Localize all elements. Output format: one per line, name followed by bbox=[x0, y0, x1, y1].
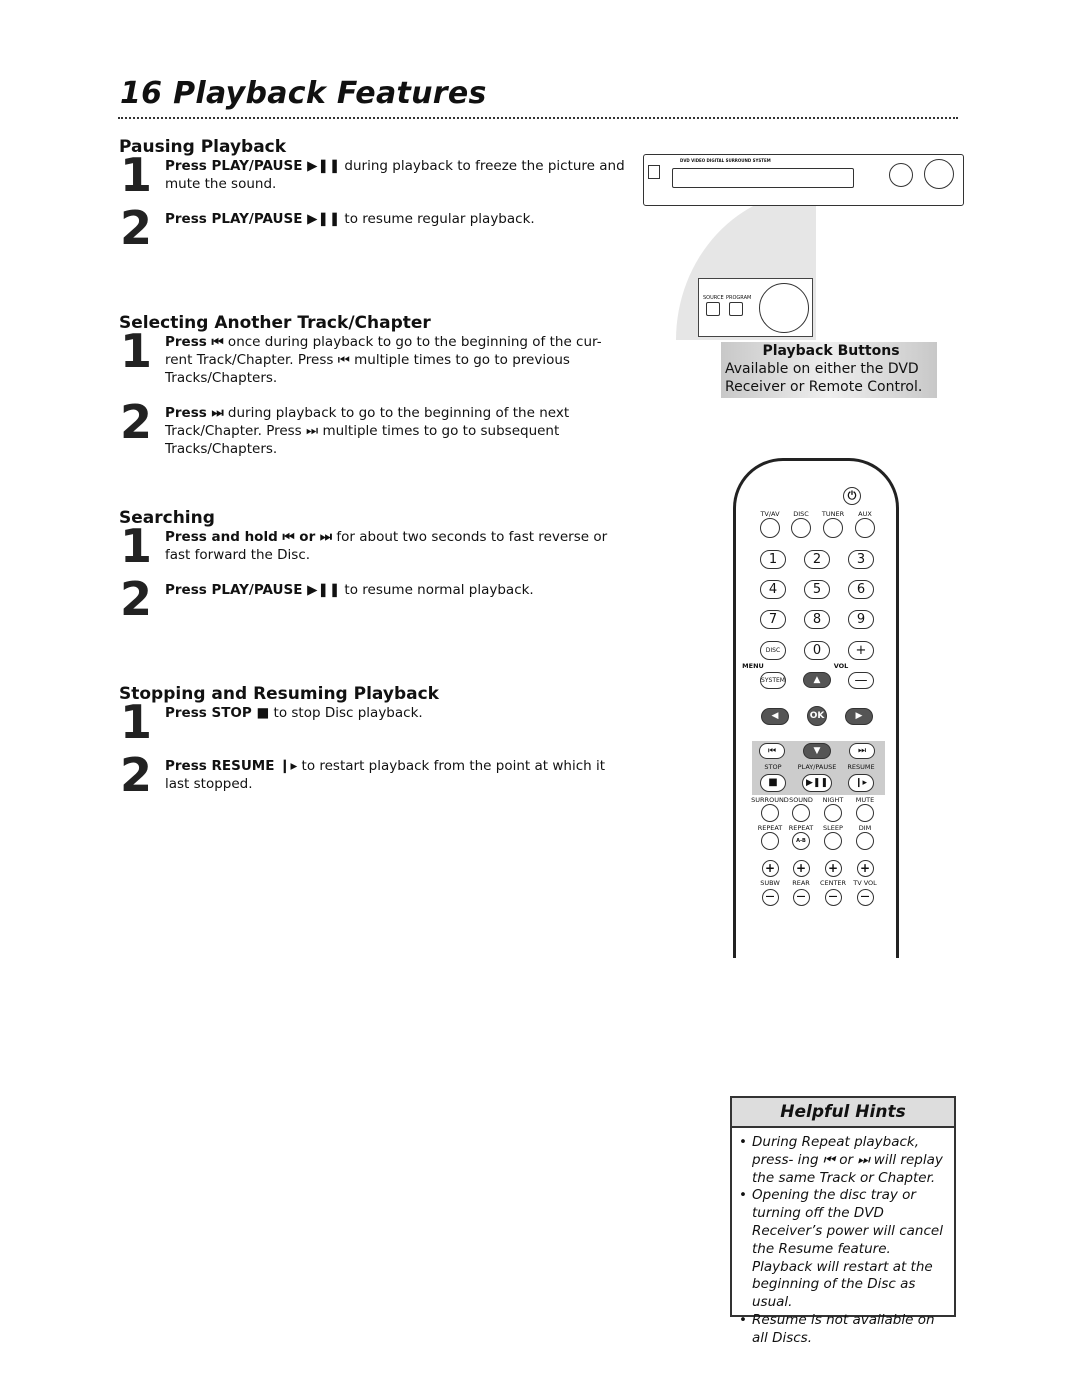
volume-minus-button[interactable]: — bbox=[792, 888, 810, 906]
function-button[interactable] bbox=[761, 804, 779, 822]
button-label: DIM bbox=[858, 824, 872, 832]
down-arrow-button[interactable]: ▼ bbox=[803, 743, 831, 759]
function-button[interactable] bbox=[824, 804, 842, 822]
hint-item: During Repeat playback, press- ing ⏮ or … bbox=[739, 1134, 954, 1187]
function-button[interactable] bbox=[761, 832, 779, 850]
disc-menu-button[interactable]: DISC bbox=[760, 640, 786, 660]
up-arrow-button[interactable]: ▲ bbox=[803, 672, 831, 688]
play-pause-button[interactable]: ▶❚❚ bbox=[802, 774, 832, 792]
source-label: SOURCE bbox=[703, 295, 724, 301]
hint-item: Opening the disc tray or turning off the… bbox=[739, 1187, 954, 1312]
volume-plus-button[interactable]: + bbox=[792, 859, 810, 877]
function-button[interactable] bbox=[824, 832, 842, 850]
manual-page: 16 Playback Features Pausing Playback 1P… bbox=[0, 0, 1080, 1397]
button-label: RESUME bbox=[847, 763, 875, 771]
hint-item: Resume is not available on all Discs. bbox=[739, 1312, 954, 1348]
function-button[interactable] bbox=[792, 804, 810, 822]
number-button[interactable]: 7 bbox=[760, 609, 786, 629]
page-title: 16 Playback Features bbox=[120, 76, 487, 111]
menu-label: MENU bbox=[742, 662, 764, 670]
button-label: MUTE bbox=[855, 796, 875, 804]
volume-minus-button[interactable]: — bbox=[856, 888, 874, 906]
program-button-icon bbox=[729, 302, 743, 316]
source-button-3[interactable] bbox=[855, 518, 875, 538]
next-button[interactable]: ⏭ bbox=[849, 743, 875, 759]
number-button[interactable]: 0 bbox=[804, 640, 830, 660]
volume-knob-icon bbox=[924, 159, 954, 189]
left-arrow-button[interactable]: ◀ bbox=[761, 707, 789, 725]
step-text: Press ⏭ during playback to go to the beg… bbox=[165, 405, 570, 457]
button-label: AUX bbox=[858, 510, 872, 518]
hints-list: During Repeat playback, press- ing ⏮ or … bbox=[732, 1134, 954, 1348]
ok-button[interactable]: OK bbox=[807, 706, 827, 726]
step-number: 2 bbox=[120, 748, 153, 802]
power-button[interactable]: ⏻ bbox=[843, 487, 861, 505]
number-button[interactable]: 1 bbox=[760, 549, 786, 569]
number-button[interactable]: 2 bbox=[804, 549, 830, 569]
source-button-icon bbox=[706, 302, 720, 316]
section-heading-stopping: Stopping and Resuming Playback bbox=[119, 684, 439, 704]
volume-minus-button[interactable]: — bbox=[761, 888, 779, 906]
volume-plus-button[interactable]: + bbox=[856, 859, 874, 877]
source-button-2[interactable] bbox=[823, 518, 843, 538]
button-label: STOP bbox=[764, 763, 782, 771]
step-number: 2 bbox=[120, 201, 153, 255]
step-number: 1 bbox=[120, 519, 153, 573]
playback-ring-icon bbox=[759, 283, 809, 333]
system-button[interactable]: SYSTEM bbox=[760, 671, 786, 689]
volume-up-button[interactable]: + bbox=[848, 640, 874, 660]
playback-buttons-closeup: SOURCE PROGRAM bbox=[698, 278, 813, 337]
right-arrow-button[interactable]: ▶ bbox=[845, 707, 873, 725]
source-button-1[interactable] bbox=[791, 518, 811, 538]
button-label: PLAY/PAUSE bbox=[797, 763, 837, 771]
volume-plus-button[interactable]: + bbox=[824, 859, 842, 877]
number-button[interactable]: 9 bbox=[848, 609, 874, 629]
volume-minus-button[interactable]: — bbox=[824, 888, 842, 906]
button-label: TV VOL bbox=[853, 879, 877, 887]
helpful-hints-box: Helpful Hints During Repeat playback, pr… bbox=[730, 1096, 956, 1346]
step-text: Press STOP ■ to stop Disc playback. bbox=[165, 705, 423, 721]
source-button-0[interactable] bbox=[760, 518, 780, 538]
resume-button[interactable]: ❙▸ bbox=[848, 774, 874, 792]
dotted-divider bbox=[118, 117, 958, 119]
step-text: Press ⏮ once during playback to go to th… bbox=[165, 334, 602, 386]
number-button[interactable]: 6 bbox=[848, 579, 874, 599]
step-number: 1 bbox=[120, 148, 153, 202]
volume-plus-button[interactable]: + bbox=[761, 859, 779, 877]
section-heading-selecting: Selecting Another Track/Chapter bbox=[119, 313, 431, 333]
nav-ring-icon bbox=[889, 163, 913, 187]
player-label: DVD VIDEO DIGITAL SURROUND SYSTEM bbox=[680, 158, 771, 163]
step-number: 2 bbox=[120, 395, 153, 449]
step-number: 1 bbox=[120, 324, 153, 378]
stop-button[interactable]: ■ bbox=[760, 774, 786, 792]
number-button[interactable]: 3 bbox=[848, 549, 874, 569]
step-text: Press PLAY/PAUSE ▶❚❚ during playback to … bbox=[165, 158, 625, 192]
playback-buttons-caption: Playback Buttons Available on either the… bbox=[721, 342, 937, 398]
function-button[interactable] bbox=[856, 832, 874, 850]
step-number: 2 bbox=[120, 572, 153, 626]
step-text: Press PLAY/PAUSE ▶❚❚ to resume normal pl… bbox=[165, 582, 534, 598]
step-text: Press and hold ⏮ or ⏭ for about two seco… bbox=[165, 529, 608, 563]
power-icon bbox=[648, 165, 660, 179]
volume-down-button[interactable]: — bbox=[848, 671, 874, 689]
number-button[interactable]: 8 bbox=[804, 609, 830, 629]
number-button[interactable]: 5 bbox=[804, 579, 830, 599]
function-button[interactable]: A-B bbox=[792, 832, 810, 850]
caption-text: Available on either the DVD Receiver or … bbox=[725, 361, 923, 395]
step-text: Press PLAY/PAUSE ▶❚❚ to resume regular p… bbox=[165, 211, 535, 227]
step-number: 1 bbox=[120, 695, 153, 749]
previous-button[interactable]: ⏮ bbox=[759, 743, 785, 759]
program-label: PROGRAM bbox=[726, 295, 752, 301]
step-text: Press RESUME ❙▸ to restart playback from… bbox=[165, 758, 606, 792]
hints-heading: Helpful Hints bbox=[732, 1098, 954, 1128]
vol-label: VOL bbox=[833, 662, 849, 670]
number-button[interactable]: 4 bbox=[760, 579, 786, 599]
disc-tray bbox=[672, 168, 854, 188]
caption-heading: Playback Buttons bbox=[762, 343, 900, 359]
dvd-receiver-illustration: DVD VIDEO DIGITAL SURROUND SYSTEM bbox=[643, 154, 964, 206]
function-button[interactable] bbox=[856, 804, 874, 822]
